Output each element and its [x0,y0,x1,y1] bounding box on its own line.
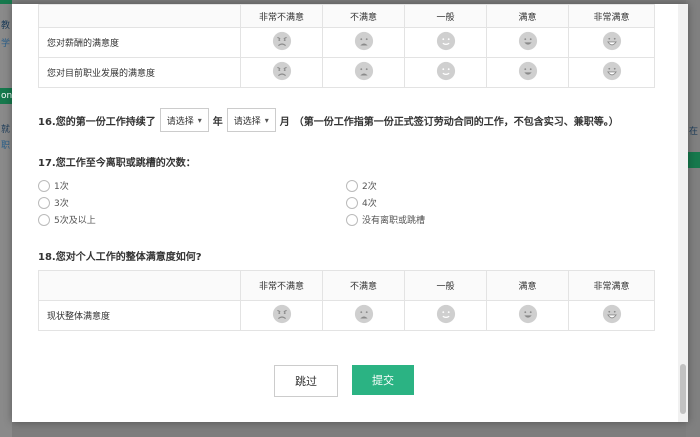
question-17-title: 17.您工作至今离职或跳槽的次数： [38,158,196,169]
month-select[interactable]: 请选择 ▾ [226,108,276,132]
rating-option[interactable] [568,27,655,58]
rating-option[interactable] [404,27,487,58]
rating-option[interactable] [404,300,487,331]
rating-option[interactable] [404,57,487,88]
survey-dialog: 非常不满意 不满意 一般 满意 非常满意 您对薪酬的满意度 您对目前职业发展的满… [12,4,688,422]
background-banner [0,0,12,4]
background-text: on [1,91,13,101]
background-text: 学 [1,39,11,49]
skip-button[interactable]: 跳过 [274,365,338,397]
header-very-dissatisfied: 非常不满意 [240,4,323,28]
header-satisfied: 满意 [486,270,569,301]
background-text: 就 [1,125,11,135]
year-unit: 年 [212,116,223,128]
background-text: 职 [1,141,11,151]
radio-circle[interactable] [38,213,50,226]
rating-option[interactable] [322,57,405,88]
header-very-dissatisfied: 非常不满意 [240,270,323,301]
scrollbar[interactable] [678,4,688,422]
radio-circle[interactable] [346,213,358,226]
rating-option[interactable] [568,300,655,331]
table-row: 现状整体满意度 [38,300,655,331]
very-satisfied-face-icon[interactable] [602,61,622,84]
satisfied-face-icon[interactable] [518,61,538,84]
rating-option[interactable] [240,300,323,331]
table-header-empty [38,270,241,301]
satisfaction-table-1: 非常不满意 不满意 一般 满意 非常满意 您对薪酬的满意度 您对目前职业发展的满… [38,4,655,88]
radio-option[interactable]: 5次及以上 [38,213,96,226]
rating-option[interactable] [486,57,569,88]
radio-label: 1次 [54,182,69,192]
radio-option[interactable]: 2次 [346,179,377,192]
background-page-left [0,0,12,437]
dissatisfied-face-icon[interactable] [354,61,374,84]
table-row: 您对目前职业发展的满意度 [38,57,655,88]
chevron-down-icon: ▾ [264,115,269,125]
rating-option[interactable] [322,300,405,331]
neutral-face-icon[interactable] [436,304,456,327]
header-neutral: 一般 [404,4,487,28]
background-text: 在 [689,127,699,137]
very-satisfied-face-icon[interactable] [602,304,622,327]
radio-label: 5次及以上 [54,216,96,226]
rating-option[interactable] [240,27,323,58]
question-18-title: 18.您对个人工作的整体满意度如何? [38,252,202,263]
submit-button[interactable]: 提交 [352,365,414,395]
rating-option[interactable] [240,57,323,88]
radio-label: 2次 [362,182,377,192]
background-page-right [686,0,700,437]
satisfied-face-icon[interactable] [518,304,538,327]
question-16-prefix: 16.您的第一份工作持续了 [38,116,156,128]
radio-circle[interactable] [38,179,50,192]
neutral-face-icon[interactable] [436,31,456,54]
satisfied-face-icon[interactable] [518,31,538,54]
row-label: 现状整体满意度 [38,300,241,331]
question-16: 16.您的第一份工作持续了 请选择 ▾ 年 请选择 ▾ 月 （第一份工作指第一份… [38,108,619,132]
year-select[interactable]: 请选择 ▾ [159,108,209,132]
month-unit: 月 [279,116,290,128]
question-16-note: （第一份工作指第一份正式签订劳动合同的工作，不包含实习、兼职等。） [293,116,619,128]
radio-circle[interactable] [346,179,358,192]
header-dissatisfied: 不满意 [322,270,405,301]
background-badge [688,152,700,168]
rating-option[interactable] [322,27,405,58]
radio-option[interactable]: 没有离职或跳槽 [346,213,425,226]
radio-option[interactable]: 1次 [38,179,69,192]
background-text: 教 [1,21,11,31]
radio-label: 3次 [54,199,69,209]
neutral-face-icon[interactable] [436,61,456,84]
table-row: 您对薪酬的满意度 [38,27,655,58]
table-header-empty [38,4,241,28]
very-dissatisfied-face-icon[interactable] [272,31,292,54]
header-satisfied: 满意 [486,4,569,28]
header-dissatisfied: 不满意 [322,4,405,28]
very-dissatisfied-face-icon[interactable] [272,304,292,327]
rating-option[interactable] [486,27,569,58]
very-satisfied-face-icon[interactable] [602,31,622,54]
header-neutral: 一般 [404,270,487,301]
scrollbar-thumb[interactable] [680,364,686,414]
radio-label: 没有离职或跳槽 [362,216,426,226]
very-dissatisfied-face-icon[interactable] [272,61,292,84]
header-very-satisfied: 非常满意 [568,4,655,28]
rating-option[interactable] [486,300,569,331]
month-select-value: 请选择 [233,116,261,127]
satisfaction-table-2: 非常不满意 不满意 一般 满意 非常满意 现状整体满意度 [38,270,655,331]
dissatisfied-face-icon[interactable] [354,304,374,327]
header-very-satisfied: 非常满意 [568,270,655,301]
row-label: 您对薪酬的满意度 [38,27,241,58]
radio-option[interactable]: 4次 [346,196,377,209]
radio-label: 4次 [362,199,377,209]
chevron-down-icon: ▾ [197,115,202,125]
dissatisfied-face-icon[interactable] [354,31,374,54]
radio-circle[interactable] [346,196,358,209]
radio-circle[interactable] [38,196,50,209]
row-label: 您对目前职业发展的满意度 [38,57,241,88]
year-select-value: 请选择 [166,116,194,127]
rating-option[interactable] [568,57,655,88]
radio-option[interactable]: 3次 [38,196,69,209]
